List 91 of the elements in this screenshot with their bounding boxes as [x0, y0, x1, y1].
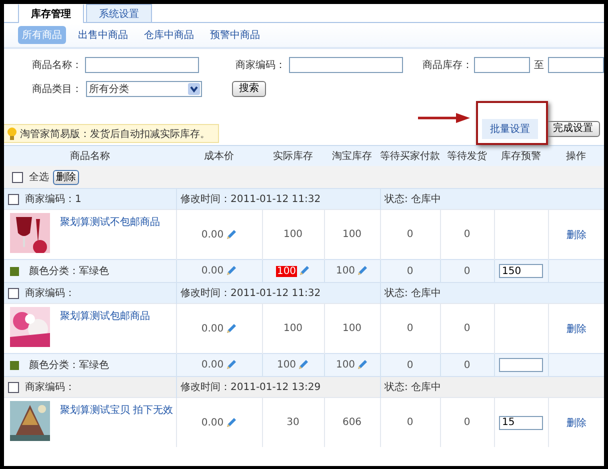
checkbox[interactable]	[8, 194, 19, 205]
delete-link[interactable]: 删除	[566, 324, 586, 334]
merchant-code: 商家编码：1	[25, 194, 82, 205]
actual-stock: 100	[283, 323, 303, 334]
pencil-icon[interactable]	[298, 265, 310, 277]
delete-link[interactable]: 删除	[566, 230, 586, 240]
code-field[interactable]	[288, 57, 403, 73]
awaiting-shipment-count: 0	[464, 266, 470, 276]
variant-label: 颜色分类：军绿色	[29, 266, 109, 277]
merchant-code: 商家编码：	[25, 288, 75, 299]
variant-label: 颜色分类：军绿色	[29, 360, 109, 371]
actual-stock: 100	[276, 360, 296, 371]
pencil-icon[interactable]	[224, 359, 237, 371]
stock-warning-field[interactable]	[499, 358, 543, 372]
highlight-box	[476, 101, 548, 145]
column-header: 商品名称	[70, 151, 110, 162]
stock-warning-field[interactable]: 15	[499, 416, 543, 430]
tab[interactable]: 系统设置	[86, 4, 152, 22]
done-settings-button[interactable]: 完成设置	[546, 121, 600, 137]
column-header: 操作	[566, 151, 586, 162]
awaiting-shipment-count: 0	[464, 417, 470, 428]
field-label: 商品类目：	[32, 82, 83, 96]
column-header: 等待买家付款	[380, 151, 440, 162]
notice-text: 淘管家简易版：发货后自动扣减实际库存。	[20, 128, 210, 140]
pencil-icon[interactable]	[224, 416, 237, 428]
delete-button[interactable]: 删除	[53, 170, 79, 184]
awaiting-shipment-count: 0	[464, 229, 470, 240]
filter-tab[interactable]: 预警中商品	[206, 26, 264, 44]
filter-tab[interactable]: 仓库中商品	[140, 26, 198, 44]
product-status: 状态: 仓库中	[384, 288, 442, 299]
product-link[interactable]: 聚划算测试包邮商品	[60, 309, 150, 347]
awaiting-shipment-count: 0	[464, 360, 470, 370]
modified-time: 修改时间：2011-01-12 13:29	[180, 382, 321, 393]
taobao-stock: 100	[342, 323, 362, 334]
column-header: 成本价	[204, 151, 234, 162]
filter-tab[interactable]: 出售中商品	[74, 26, 132, 44]
stock-min-field[interactable]	[474, 57, 530, 73]
stock-max-field[interactable]	[548, 57, 604, 73]
caret-icon	[188, 83, 200, 95]
name-field[interactable]	[85, 57, 200, 73]
awaiting-payment-count: 0	[406, 229, 414, 240]
checkbox[interactable]	[8, 288, 19, 299]
cost-price: 0.00	[201, 229, 224, 240]
taobao-stock: 100	[336, 360, 356, 371]
product-status: 状态: 仓库中	[384, 382, 442, 393]
select-all-label: 全选	[29, 172, 49, 183]
pencil-icon[interactable]	[224, 265, 237, 277]
awaiting-payment-count: 0	[406, 323, 414, 334]
search-button[interactable]: 搜索	[232, 81, 266, 97]
pencil-icon[interactable]	[224, 322, 237, 334]
field-label: 商家编码：	[235, 58, 286, 72]
product-status: 状态: 仓库中	[384, 194, 442, 205]
awaiting-shipment-count: 0	[464, 323, 470, 334]
taobao-stock: 100	[336, 266, 356, 277]
cost-price: 0.00	[201, 323, 224, 334]
taobao-stock: 606	[342, 417, 362, 428]
awaiting-payment-count: 0	[406, 417, 414, 428]
column-header: 等待发货	[447, 151, 487, 162]
column-header: 实际库存	[273, 151, 313, 162]
merchant-code: 商家编码：	[25, 382, 75, 393]
stock-warning-field[interactable]: 150	[499, 264, 543, 278]
field-label: 商品库存：	[422, 58, 474, 72]
batch-settings-button[interactable]: 批量设置	[482, 119, 538, 139]
product-link[interactable]: 聚划算测试不包邮商品	[60, 215, 160, 253]
pencil-icon[interactable]	[297, 359, 310, 371]
actual-stock: 30	[286, 417, 300, 428]
field-label: 商品名称：	[32, 58, 83, 72]
modified-time: 修改时间：2011-01-12 11:32	[180, 194, 321, 205]
modified-time: 修改时间：2011-01-12 11:32	[180, 288, 321, 299]
taobao-stock: 100	[342, 229, 362, 240]
awaiting-payment-count: 0	[406, 360, 414, 370]
lightbulb-icon	[7, 126, 17, 140]
delete-link[interactable]: 删除	[566, 418, 586, 428]
cost-price: 0.00	[201, 266, 224, 277]
actual-stock: 100	[283, 229, 303, 240]
pencil-icon[interactable]	[356, 359, 368, 371]
tab[interactable]: 库存管理	[18, 4, 84, 23]
checkbox[interactable]	[8, 382, 19, 393]
actual-stock: 100	[276, 266, 298, 277]
awaiting-payment-count: 0	[406, 266, 414, 276]
column-header: 淘宝库存	[332, 151, 372, 162]
pencil-icon[interactable]	[224, 228, 237, 240]
cost-price: 0.00	[201, 417, 224, 428]
cost-price: 0.00	[201, 360, 224, 371]
column-header: 库存预警	[501, 151, 541, 162]
pencil-icon[interactable]	[356, 265, 368, 277]
checkbox[interactable]	[12, 172, 23, 182]
category-dropdown[interactable]: 所有分类	[86, 81, 202, 97]
arrow-icon	[418, 113, 470, 123]
range-separator: 至	[534, 59, 544, 72]
product-link[interactable]: 聚划算测试宝贝 拍下无效	[60, 403, 174, 441]
